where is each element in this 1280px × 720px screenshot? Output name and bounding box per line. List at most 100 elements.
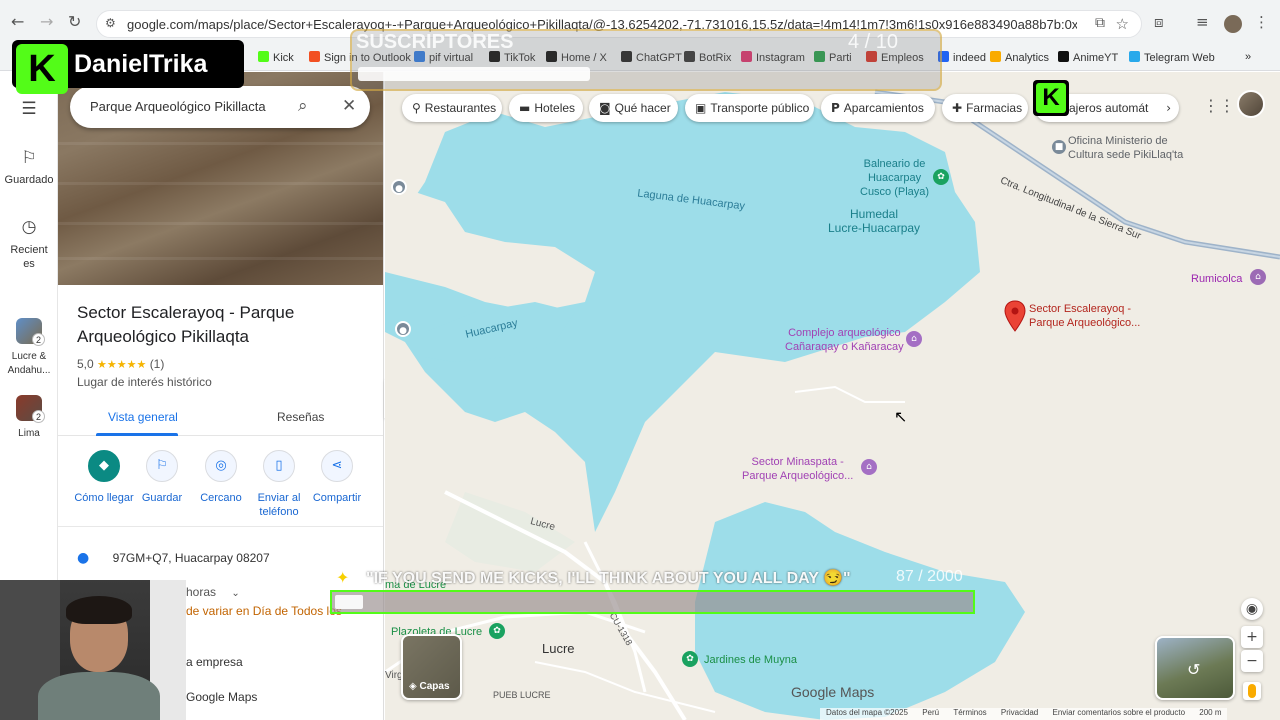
chip-label: Transporte público <box>710 101 810 115</box>
privacy-link[interactable]: Privacidad <box>1001 708 1038 717</box>
zoom-in-button[interactable]: + <box>1241 626 1263 648</box>
map-label-humedal[interactable]: Humedal Lucre-Huacarpay <box>828 207 920 235</box>
forward-icon[interactable]: → <box>40 12 53 31</box>
museum-icon[interactable]: ⌂ <box>861 459 877 475</box>
hours-text: horas <box>186 585 217 599</box>
divider <box>58 526 383 527</box>
map-canvas[interactable]: ■ Oficina Ministerio de Cultura sede Pik… <box>385 72 1280 720</box>
search-box[interactable]: Parque Arqueológico Pikillacta ⌕ ✕ <box>70 86 370 128</box>
back-icon[interactable]: ← <box>11 12 24 31</box>
gmaps-row[interactable]: Google Maps <box>186 690 257 704</box>
rating-value: 5,0 <box>77 357 94 371</box>
map-label-minaspata[interactable]: Sector Minaspata - Parque Arqueológico..… <box>742 455 853 483</box>
address-text: 97GM+Q7, Huacarpay 08207 <box>112 551 270 565</box>
map-label-lucre-town[interactable]: Lucre <box>542 642 575 656</box>
street-view-thumbnail[interactable]: ↺ <box>1155 636 1235 700</box>
chevron-right-icon[interactable]: › <box>1166 94 1171 122</box>
search-input[interactable]: Parque Arqueológico Pikillacta <box>90 99 266 114</box>
chip-parking[interactable]: P Aparcamientos <box>821 94 935 122</box>
hours-row[interactable]: horas ⌄ <box>186 585 240 599</box>
bookmark-star-icon[interactable]: ☆ <box>1116 15 1129 33</box>
bookmark-label: Analytics <box>1005 52 1050 64</box>
recent-item-lima[interactable]: 2 Lima <box>0 395 58 439</box>
info-pin-icon[interactable]: ● <box>395 321 411 337</box>
review-count[interactable]: (1) <box>150 357 165 371</box>
close-icon[interactable]: ✕ <box>342 96 356 116</box>
museum-icon[interactable]: ⌂ <box>906 331 922 347</box>
streamer-name: DanielTrika <box>74 50 208 78</box>
country-link[interactable]: Perú <box>922 708 939 717</box>
bookmark-item[interactable]: indeed <box>938 51 986 64</box>
recent-count-badge: 2 <box>32 410 45 423</box>
map-label-balneario[interactable]: Balneario de Huacarpay Cusco (Playa) <box>860 157 929 199</box>
my-location-button[interactable]: ◉ <box>1241 598 1263 620</box>
bookmark-item[interactable]: AnimeYT <box>1058 51 1118 64</box>
install-icon[interactable]: ⧉ <box>1095 15 1105 31</box>
mouse-cursor-icon: ↖ <box>894 407 908 426</box>
museum-icon[interactable]: ⌂ <box>1250 269 1266 285</box>
feedback-link[interactable]: Enviar comentarios sobre el producto <box>1053 708 1186 717</box>
selected-place-pin-icon[interactable] <box>1004 300 1026 332</box>
map-label-rumicolca[interactable]: Rumicolca <box>1191 272 1242 286</box>
save-label: Guardar <box>141 492 183 504</box>
bookmark-favicon-icon <box>1129 51 1140 62</box>
map-label-complejo[interactable]: Complejo arqueológico Cañaraqay o Kañara… <box>785 326 904 354</box>
menu-button[interactable]: ☰ <box>0 99 58 125</box>
chip-label: Cajeros automát <box>1060 101 1149 115</box>
site-info-icon[interactable]: ⚙ <box>105 16 116 30</box>
history-icon: ◷ <box>21 217 37 237</box>
saved-button[interactable]: ⚐ Guardado <box>0 148 58 186</box>
chip-pharmacies[interactable]: ✚ Farmacias <box>942 94 1028 122</box>
share-label: Compartir <box>312 492 362 504</box>
bookmark-favicon-icon <box>990 51 1001 62</box>
chip-label: Restaurantes <box>424 101 497 115</box>
park-icon[interactable]: ✿ <box>682 651 698 667</box>
layers-button[interactable]: ◈ Capas <box>401 634 462 700</box>
chip-things-to-do[interactable]: ◙ Qué hacer <box>589 94 678 122</box>
info-pin-icon[interactable]: ● <box>391 179 407 195</box>
bookmark-item[interactable]: Kick <box>258 51 294 64</box>
chip-label: Farmacias <box>966 101 1023 115</box>
chip-restaurants[interactable]: ⚲ Restaurantes <box>402 94 502 122</box>
scale-label[interactable]: 200 m <box>1199 708 1221 717</box>
camera-icon: ◙ <box>599 101 611 115</box>
place-category[interactable]: Lugar de interés histórico <box>77 375 212 389</box>
share-button[interactable]: ⋖ Compartir <box>307 450 367 505</box>
extensions-icon[interactable]: ⧈ <box>1154 13 1164 31</box>
browser-menu-icon[interactable]: ⋮ <box>1254 13 1269 31</box>
tab-overview[interactable]: Vista general <box>108 410 178 424</box>
park-icon[interactable]: ✿ <box>489 623 505 639</box>
terms-link[interactable]: Términos <box>953 708 986 717</box>
chip-label: Qué hacer <box>614 101 671 115</box>
search-icon[interactable]: ⌕ <box>298 96 308 116</box>
kick-goal-message: "IF YOU SEND ME KICKS, I'LL THINK ABOUT … <box>366 570 851 587</box>
nearby-button[interactable]: ◎ Cercano <box>191 450 251 505</box>
send-to-phone-button[interactable]: ▯ Enviar al teléfono <box>249 450 309 519</box>
poi-icon: ■ <box>1052 140 1066 154</box>
bookmark-item[interactable]: Analytics <box>990 51 1049 64</box>
media-icon[interactable]: ≡ <box>1196 13 1209 31</box>
map-label-jardines[interactable]: Jardines de Muyna <box>704 653 797 667</box>
directions-button[interactable]: ◆ Cómo llegar <box>74 450 134 505</box>
tab-reviews[interactable]: Reseñas <box>277 410 324 424</box>
profile-avatar[interactable] <box>1224 15 1242 33</box>
recent-item-lucre[interactable]: 2 Lucre & Andahu... <box>0 318 58 378</box>
chip-transit[interactable]: ▣ Transporte público <box>685 94 814 122</box>
park-icon[interactable]: ✿ <box>933 169 949 185</box>
claim-business-row[interactable]: a empresa <box>186 655 243 669</box>
bookmark-item[interactable]: Telegram Web <box>1129 51 1215 64</box>
map-label-oficina[interactable]: ■ Oficina Ministerio de Cultura sede Pik… <box>1052 134 1184 162</box>
map-label-escalerayoq[interactable]: Sector Escalerayoq - Parque Arqueológico… <box>1029 302 1140 330</box>
active-tab-indicator <box>96 433 178 436</box>
user-avatar[interactable] <box>1237 90 1265 118</box>
zoom-out-button[interactable]: − <box>1241 650 1263 672</box>
map-shapes <box>385 89 1280 720</box>
recent-button[interactable]: ◷ Recientes <box>0 217 58 271</box>
save-button[interactable]: ⚐ Guardar <box>132 450 192 505</box>
pegman-icon[interactable] <box>1243 682 1261 700</box>
address-row[interactable]: ● 97GM+Q7, Huacarpay 08207 <box>77 550 270 566</box>
oficina-text: Oficina Ministerio de Cultura sede PikiL… <box>1068 135 1184 161</box>
reload-icon[interactable]: ↻ <box>68 12 81 31</box>
more-bookmarks-icon[interactable]: » <box>1245 51 1251 63</box>
chip-hotels[interactable]: ▬ Hoteles <box>509 94 583 122</box>
